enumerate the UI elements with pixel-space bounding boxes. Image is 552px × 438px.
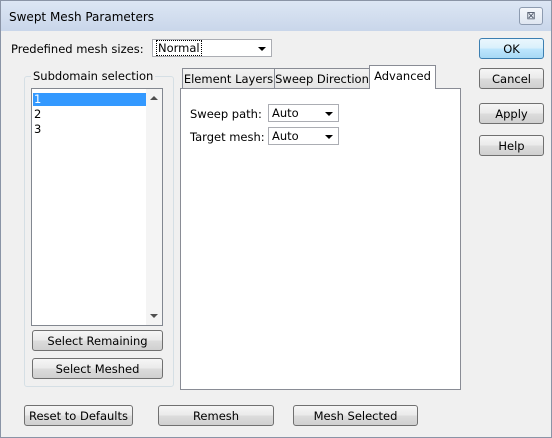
- scroll-up-icon[interactable]: [150, 96, 158, 100]
- help-button[interactable]: Help: [479, 135, 544, 156]
- list-item[interactable]: 2: [33, 108, 146, 121]
- window-title: Swept Mesh Parameters: [9, 10, 155, 24]
- title-bar[interactable]: Swept Mesh Parameters ⊠: [1, 1, 551, 31]
- sweep-path-select[interactable]: Auto: [268, 104, 339, 122]
- chevron-down-icon: [325, 135, 333, 139]
- select-remaining-button[interactable]: Select Remaining: [32, 330, 163, 351]
- apply-button[interactable]: Apply: [479, 103, 544, 124]
- dialog-window: Swept Mesh Parameters ⊠ Predefined mesh …: [0, 0, 552, 438]
- cancel-button[interactable]: Cancel: [479, 68, 544, 89]
- sweep-path-label: Sweep path:: [190, 107, 262, 121]
- advanced-tab-panel: Sweep path: Auto Target mesh: Auto: [180, 88, 461, 390]
- close-icon: ⊠: [526, 9, 536, 22]
- mesh-sizes-value: Normal: [156, 40, 202, 56]
- listbox-scrollbar[interactable]: [146, 89, 162, 325]
- ok-button[interactable]: OK: [479, 38, 544, 59]
- target-mesh-label: Target mesh:: [190, 130, 265, 144]
- scroll-down-icon[interactable]: [150, 314, 158, 318]
- mesh-sizes-select[interactable]: Normal: [152, 39, 272, 57]
- list-item[interactable]: 1: [33, 93, 146, 106]
- chevron-down-icon: [258, 47, 266, 51]
- list-item[interactable]: 3: [33, 123, 146, 136]
- subdomain-listbox[interactable]: 1 2 3: [31, 88, 163, 326]
- tab-advanced[interactable]: Advanced: [369, 65, 436, 89]
- chevron-down-icon: [325, 112, 333, 116]
- sweep-path-value: Auto: [272, 106, 299, 120]
- reset-to-defaults-button[interactable]: Reset to Defaults: [24, 405, 133, 426]
- close-button[interactable]: ⊠: [519, 7, 543, 25]
- mesh-sizes-label: Predefined mesh sizes:: [11, 42, 144, 56]
- target-mesh-select[interactable]: Auto: [268, 127, 339, 145]
- select-meshed-button[interactable]: Select Meshed: [32, 358, 163, 379]
- subdomain-group-label: Subdomain selection: [31, 69, 156, 83]
- target-mesh-value: Auto: [272, 129, 299, 143]
- remesh-button[interactable]: Remesh: [158, 405, 274, 426]
- mesh-selected-button[interactable]: Mesh Selected: [293, 405, 418, 426]
- tab-sweep-direction[interactable]: Sweep Direction: [274, 68, 370, 89]
- tab-element-layers[interactable]: Element Layers: [182, 68, 275, 89]
